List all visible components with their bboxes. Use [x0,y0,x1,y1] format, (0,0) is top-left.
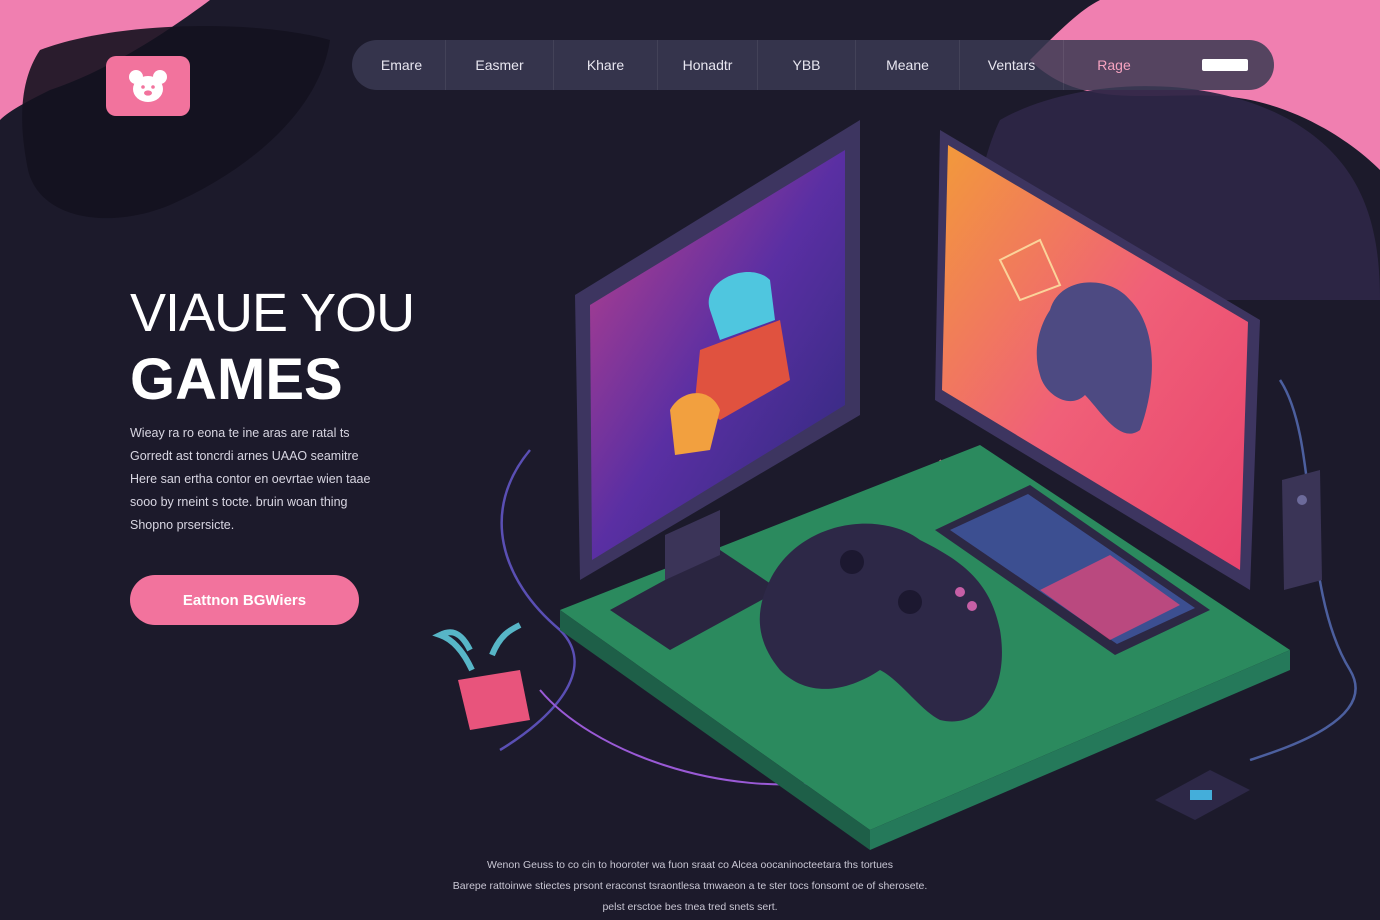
brand-logo[interactable] [106,56,190,116]
description-line: Here san ertha contor en oevrtae wien ta… [130,472,371,486]
nav-item-4[interactable]: Honadtr [658,40,758,90]
plant-pot [432,622,530,730]
gaming-setup-illustration [432,120,1357,850]
hero-title-line-1: VIAUE YOU [130,283,415,343]
top-navigation: Emare Easmer Khare Honadtr YBB Meane Ven… [352,40,1274,90]
small-device [1155,770,1250,820]
hero-title-line-2: GAMES [130,347,343,412]
nav-item-2[interactable]: Easmer [446,40,554,90]
footer-text: Wenon Geuss to co cin to hooroter wa fuo… [360,855,1020,918]
footer-line: Wenon Geuss to co cin to hooroter wa fuo… [486,859,894,871]
nav-item-7[interactable]: Ventars [960,40,1064,90]
nav-item-5[interactable]: YBB [758,40,856,90]
description-line: Wieay ra ro eona te ine aras are ratal t… [130,426,350,440]
hero-description: Wieay ra ro eona te ine aras are ratal t… [130,422,430,537]
nav-item-8[interactable]: Rage [1064,40,1164,90]
description-line: Gorredt ast toncrdi arnes UAAO seamitre [130,449,359,463]
cta-button[interactable]: Eattnon BGWiers [130,575,359,625]
bear-logo-icon [129,70,167,102]
footer-line: pelst ersctoe bes tnea tred snets sert. [602,901,778,913]
nav-item-6[interactable]: Meane [856,40,960,90]
nav-item-1[interactable]: Emare [358,40,446,90]
footer-line: Barepe rattoinwe stiectes prsont eracons… [452,880,928,892]
menu-toggle-bar[interactable] [1202,59,1248,71]
description-line: Shopno prsersicte. [130,518,235,532]
nav-item-3[interactable]: Khare [554,40,658,90]
description-line: sooo by rneint s tocte. bruin woan thing [130,495,348,509]
speaker [1282,470,1322,590]
